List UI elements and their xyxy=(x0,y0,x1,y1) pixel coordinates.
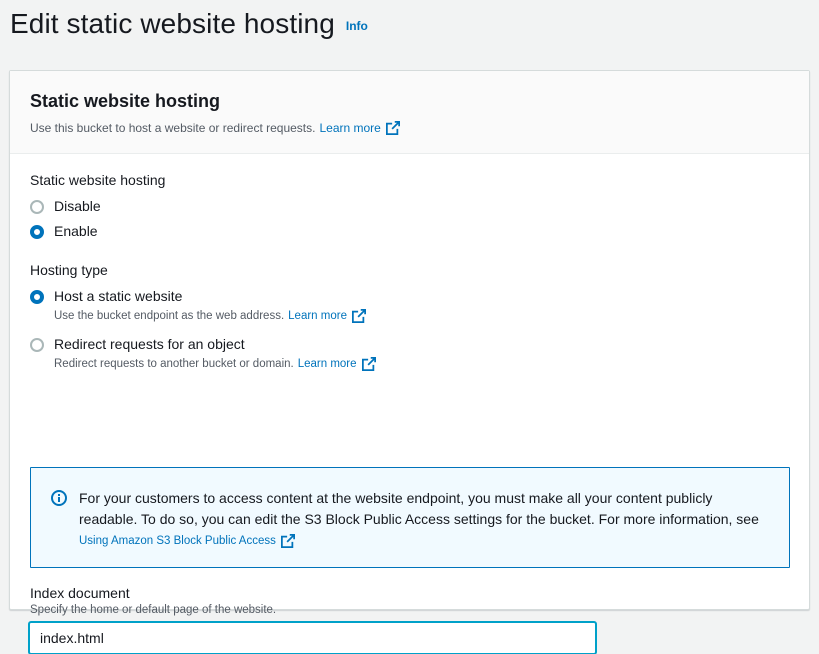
page-title: Edit static website hosting xyxy=(10,8,335,39)
external-link-icon[interactable] xyxy=(361,357,376,371)
radio-host-static-description: Use the bucket endpoint as the web addre… xyxy=(54,309,366,323)
panel-learn-more-link[interactable]: Learn more xyxy=(319,121,380,135)
page-header: Edit static website hosting Info xyxy=(10,8,368,40)
panel-description: Use this bucket to host a website or red… xyxy=(30,121,789,135)
external-link-icon[interactable] xyxy=(385,121,400,135)
alert-link[interactable]: Using Amazon S3 Block Public Access xyxy=(79,534,769,548)
alert-link-text[interactable]: Using Amazon S3 Block Public Access xyxy=(79,535,276,547)
panel-header: Static website hosting Use this bucket t… xyxy=(10,71,809,154)
radio-enable[interactable]: Enable xyxy=(30,223,165,239)
panel-description-text: Use this bucket to host a website or red… xyxy=(30,121,316,135)
radio-redirect[interactable]: Redirect requests for an object Redirect… xyxy=(30,336,376,371)
radio-host-static-label: Host a static website xyxy=(54,288,183,304)
info-alert: For your customers to access content at … xyxy=(30,467,790,568)
index-document-description: Specify the home or default page of the … xyxy=(30,604,277,616)
radio-enable-control[interactable] xyxy=(30,225,44,239)
radio-disable[interactable]: Disable xyxy=(30,198,165,214)
index-document-label: Index document xyxy=(30,585,130,601)
alert-text: For your customers to access content at … xyxy=(79,490,759,527)
radio-disable-label: Disable xyxy=(54,198,101,214)
radio-redirect-description-text: Redirect requests to another bucket or d… xyxy=(54,358,294,370)
radio-redirect-label: Redirect requests for an object xyxy=(54,336,245,352)
index-document-group: Index document Specify the home or defau… xyxy=(30,585,276,616)
host-static-learn-more-link[interactable]: Learn more xyxy=(288,310,347,322)
radio-redirect-description: Redirect requests to another bucket or d… xyxy=(54,357,376,371)
external-link-icon[interactable] xyxy=(351,309,366,323)
hosting-type-label: Hosting type xyxy=(30,262,108,278)
radio-host-static-control[interactable] xyxy=(30,290,44,304)
radio-enable-label: Enable xyxy=(54,223,98,239)
info-link[interactable]: Info xyxy=(346,19,368,33)
radio-redirect-control[interactable] xyxy=(30,338,44,352)
static-hosting-panel: Static website hosting Use this bucket t… xyxy=(9,70,810,654)
panel-title: Static website hosting xyxy=(30,91,221,111)
info-icon xyxy=(51,490,67,506)
external-link-icon[interactable] xyxy=(280,534,295,548)
hosting-toggle-label: Static website hosting xyxy=(30,172,166,188)
index-document-input[interactable] xyxy=(29,622,596,654)
radio-host-static[interactable]: Host a static website Use the bucket end… xyxy=(30,288,376,323)
radio-host-static-description-text: Use the bucket endpoint as the web addre… xyxy=(54,310,285,322)
redirect-learn-more-link[interactable]: Learn more xyxy=(298,358,357,370)
hosting-type-group: Hosting type Host a static website Use t… xyxy=(30,262,376,371)
radio-disable-control[interactable] xyxy=(30,200,44,214)
hosting-toggle-group: Static website hosting Disable Enable xyxy=(30,172,165,239)
